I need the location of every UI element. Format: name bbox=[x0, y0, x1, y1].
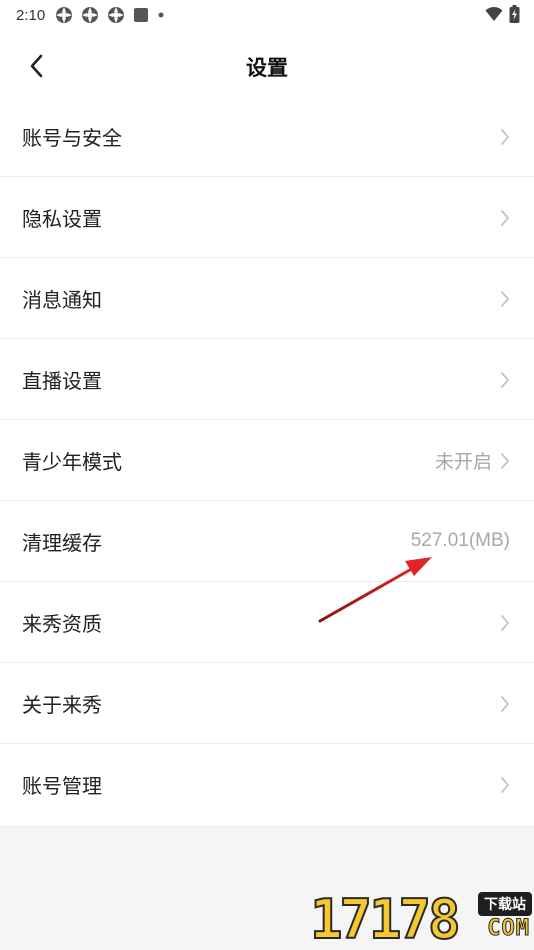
watermark-suffix: COM bbox=[487, 916, 530, 942]
status-icons-right bbox=[485, 5, 520, 23]
status-bar: 2:10 bbox=[0, 0, 534, 30]
settings-item-label: 关于来秀 bbox=[22, 692, 102, 717]
settings-item-label: 来秀资质 bbox=[22, 611, 102, 636]
settings-item-notifications[interactable]: 消息通知 bbox=[0, 258, 534, 339]
chevron-right-icon bbox=[501, 453, 509, 469]
chevron-right-icon bbox=[501, 210, 509, 226]
settings-item-label: 账号与安全 bbox=[22, 125, 122, 150]
teen-mode-status: 未开启 bbox=[434, 450, 492, 473]
app-notification-icon bbox=[56, 7, 73, 23]
chevron-right-icon bbox=[501, 615, 509, 631]
app-notification-icon bbox=[108, 7, 125, 23]
settings-item-privacy[interactable]: 隐私设置 bbox=[0, 177, 534, 258]
page-title: 设置 bbox=[246, 56, 288, 80]
settings-item-live-settings[interactable]: 直播设置 bbox=[0, 339, 534, 420]
cache-size-value: 527.01(MB) bbox=[410, 530, 510, 551]
chevron-right-icon bbox=[501, 777, 509, 793]
settings-item-label: 隐私设置 bbox=[22, 206, 102, 231]
settings-item-label: 青少年模式 bbox=[22, 449, 122, 474]
watermark-digits: 17178 bbox=[309, 888, 462, 950]
chevron-right-icon bbox=[501, 696, 509, 712]
wifi-icon bbox=[485, 6, 503, 21]
chevron-right-icon bbox=[501, 291, 509, 307]
status-time: 2:10 bbox=[16, 6, 46, 24]
watermark-badge: 下载站 bbox=[478, 892, 532, 916]
battery-charging-icon bbox=[509, 5, 520, 23]
watermark-logo: 17178 下载站 COM bbox=[308, 888, 534, 950]
settings-item-account-security[interactable]: 账号与安全 bbox=[0, 96, 534, 177]
settings-item-label: 消息通知 bbox=[22, 287, 102, 312]
dot-icon bbox=[158, 12, 164, 18]
chevron-right-icon bbox=[501, 129, 509, 145]
status-icons-left bbox=[55, 6, 165, 24]
app-notification-icon bbox=[82, 7, 99, 23]
settings-item-account-management[interactable]: 账号管理 bbox=[0, 744, 534, 825]
settings-item-teen-mode[interactable]: 青少年模式 未开启 bbox=[0, 420, 534, 501]
settings-list: 账号与安全 隐私设置 消息通知 直播设置 青少年模式 未开启 清理缓存 527.… bbox=[0, 96, 534, 825]
settings-item-qualifications[interactable]: 来秀资质 bbox=[0, 582, 534, 663]
settings-item-about[interactable]: 关于来秀 bbox=[0, 663, 534, 744]
chevron-right-icon bbox=[501, 372, 509, 388]
settings-item-label: 直播设置 bbox=[22, 368, 102, 393]
settings-item-label: 清理缓存 bbox=[22, 530, 102, 555]
settings-item-clear-cache[interactable]: 清理缓存 527.01(MB) bbox=[0, 501, 534, 582]
settings-item-label: 账号管理 bbox=[22, 774, 102, 798]
header: 设置 bbox=[0, 30, 534, 96]
stop-square-icon bbox=[134, 8, 149, 22]
